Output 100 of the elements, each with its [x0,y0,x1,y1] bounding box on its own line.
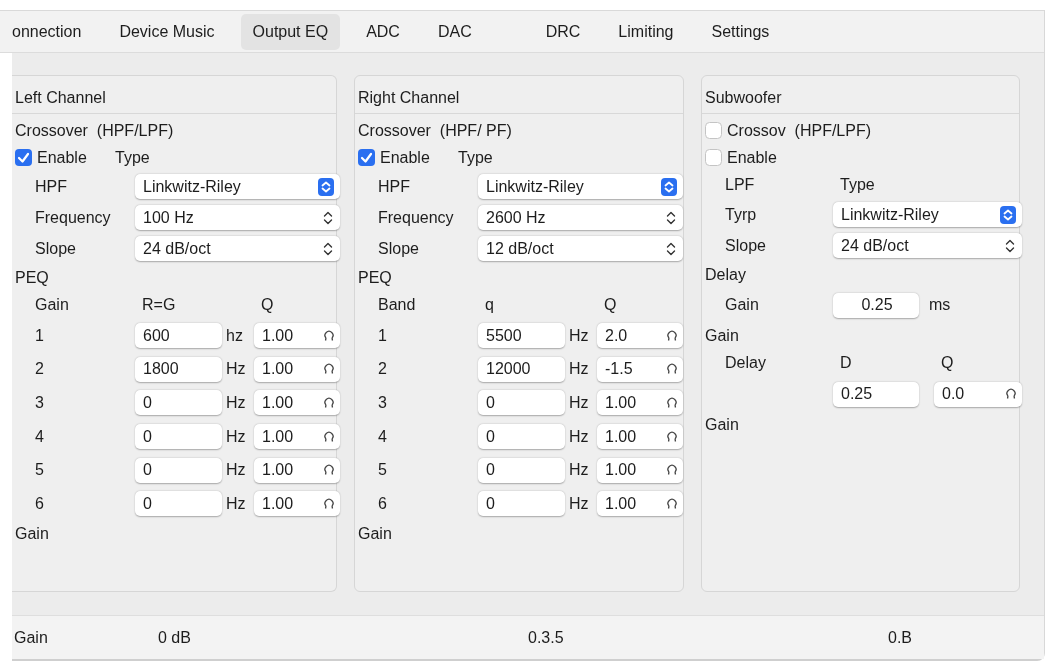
q-field[interactable]: 1.00 [597,390,683,416]
column-label: Q [940,353,955,373]
tab[interactable]: Output EQ [240,13,341,50]
q-field[interactable]: 1.00 [597,424,683,450]
q-field[interactable]: 0.0 [934,381,1022,407]
frequency-field[interactable]: 12000 [478,356,565,382]
dial-icon [324,497,334,510]
column-label: Type [115,147,151,168]
q-field[interactable]: 1.00 [254,457,340,483]
checkbox-label: Enable [380,147,430,168]
dial-icon [324,397,334,409]
tab[interactable]: Device Music [107,13,227,50]
unit-label: Hz [568,426,590,447]
q-field[interactable]: 1.00 [597,491,683,517]
column-label: q [484,295,495,315]
dropdown[interactable]: 24 dB/oct [135,236,340,261]
q-field[interactable]: 1.00 [254,390,340,416]
delay-field[interactable]: 0.25 [833,292,919,318]
frequency-field[interactable]: 0 [135,424,222,450]
dropdown[interactable]: Linkwitz-Riley [833,202,1022,227]
frequency-field[interactable]: 1800 [135,356,222,382]
dropdown[interactable]: 100 Hz [135,205,340,230]
panel-title: Right Channel [355,76,683,114]
q-field[interactable]: 1.00 [254,491,340,517]
dropdown[interactable]: 24 dB/oct [833,233,1022,258]
q-field[interactable]: 1.00 [254,323,340,349]
frequency-field[interactable]: 0 [478,491,565,517]
unit-label: Hz [568,493,590,514]
field-label: Slope [35,238,77,259]
q-field[interactable]: 2.0 [597,323,683,349]
band-number: 2 [378,359,388,380]
frequency-field[interactable]: 0 [135,491,222,517]
frequency-field[interactable]: 0 [478,390,565,416]
q-field[interactable]: 1.00 [254,356,340,382]
field-label: Gain [725,295,760,315]
column-label: Type [839,175,876,195]
unit-label: Hz [225,359,247,380]
field-label: HPF [378,176,411,197]
band-number: 3 [35,393,45,413]
dial-icon [667,464,677,477]
checkbox[interactable] [705,149,722,166]
frequency-field[interactable]: 600 [135,323,222,349]
tab[interactable]: DAC [425,13,484,50]
dial-icon [324,430,334,443]
tab[interactable]: DRC [533,13,593,50]
unit-label: Hz [225,426,247,447]
tab[interactable]: Limiting [606,13,686,50]
column-label: Type [458,147,494,168]
dropdown[interactable]: Linkwitz-Riley [135,174,340,199]
section-label: Crossover (HPF/LPF) [15,120,174,141]
field-label: Frequency [378,207,455,228]
status-text: 0.3.5 [528,627,565,648]
band-number: 1 [35,325,45,346]
frequency-field[interactable]: 5500 [478,323,565,349]
dial-icon [667,430,677,443]
band-number: 6 [35,493,45,514]
q-field[interactable]: 1.00 [254,424,340,450]
tab[interactable]: onnection [0,13,94,50]
checkbox-label: Enable [727,147,777,168]
status-text: 0 dB [158,627,192,648]
dial-icon [667,329,677,342]
column-label: Band [378,295,417,315]
band-number: 4 [35,426,45,447]
checkbox[interactable] [705,122,722,139]
column-label: Gain [35,295,70,315]
q-field[interactable]: -1.5 [597,356,683,382]
unit-label: Hz [225,493,247,514]
frequency-field[interactable]: 0 [478,424,565,450]
checkbox[interactable] [15,149,32,166]
band-number: 5 [378,460,388,481]
dropdown[interactable]: Linkwitz-Riley [478,174,683,199]
unit-label: ms [928,295,952,315]
checkbox[interactable] [358,149,375,166]
dropdown[interactable]: 12 dB/oct [478,236,683,261]
unit-label: Hz [568,359,590,380]
dial-icon [324,363,334,376]
dial-icon [667,363,677,376]
dropdown[interactable]: 2600 Hz [478,205,683,230]
dial-icon [667,397,677,409]
column-label: Q [260,295,275,315]
value-field[interactable]: 0.25 [833,381,919,407]
band-number: 4 [378,426,388,447]
field-label: Slope [378,238,420,259]
tab[interactable]: Settings [699,13,782,50]
dial-icon [324,464,334,477]
band-number: 5 [35,460,45,481]
section-label: Gain [705,325,739,346]
dial-icon [667,497,677,510]
band-number: 6 [378,493,388,514]
unit-label: Hz [568,460,590,481]
unit-label: Hz [568,325,590,346]
status-text: 0.B [888,627,913,648]
field-label: Frequency [35,207,112,228]
frequency-field[interactable]: 0 [135,457,222,483]
tab[interactable]: ADC [354,13,412,50]
panel-title: Subwoofer [702,76,1019,114]
field-label: Tyrp [725,204,758,225]
frequency-field[interactable]: 0 [478,457,565,483]
frequency-field[interactable]: 0 [135,390,222,416]
q-field[interactable]: 1.00 [597,457,683,483]
